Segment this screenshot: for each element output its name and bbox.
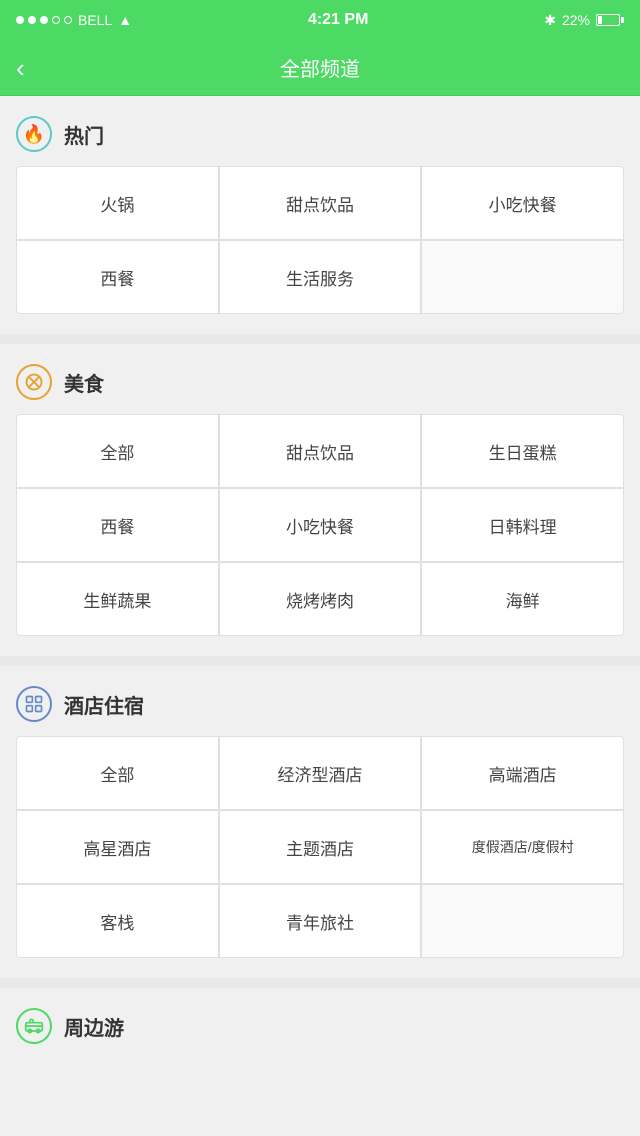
divider-3 [0, 978, 640, 988]
section-header-hotel: 酒店住宿 [16, 686, 624, 722]
section-title-hotel: 酒店住宿 [64, 690, 144, 719]
hot-item-xiaochi[interactable]: 小吃快餐 [422, 167, 623, 239]
hot-item-xican[interactable]: 西餐 [17, 241, 218, 313]
travel-icon [16, 1008, 52, 1044]
status-time: 4:21 PM [308, 11, 368, 29]
section-title-hot: 热门 [64, 120, 104, 149]
section-travel: 周边游 [0, 988, 640, 1078]
hot-item-diandian[interactable]: 甜点饮品 [220, 167, 421, 239]
hot-item-shenghuo[interactable]: 生活服务 [220, 241, 421, 313]
bluetooth-icon: ✱ [544, 12, 556, 29]
food-item-bbq[interactable]: 烧烤烤肉 [220, 563, 421, 635]
status-bar: BELL ▲ 4:21 PM ✱ 22% [0, 0, 640, 40]
hotel-item-theme[interactable]: 主题酒店 [220, 811, 421, 883]
carrier-label: BELL [78, 12, 112, 28]
section-hot: 🔥 热门 火锅 甜点饮品 小吃快餐 西餐 生活服务 [0, 96, 640, 314]
section-header-travel: 周边游 [16, 1008, 624, 1044]
hotel-item-economy[interactable]: 经济型酒店 [220, 737, 421, 809]
battery-body [596, 14, 620, 26]
food-item-dessert[interactable]: 甜点饮品 [220, 415, 421, 487]
hotel-item-star[interactable]: 高星酒店 [17, 811, 218, 883]
hotel-item-all[interactable]: 全部 [17, 737, 218, 809]
food-item-snack[interactable]: 小吃快餐 [220, 489, 421, 561]
section-hotel: 酒店住宿 全部 经济型酒店 高端酒店 高星酒店 主题酒店 度假酒店/度假村 客栈… [0, 666, 640, 958]
dot3 [40, 16, 48, 24]
food-grid: 全部 甜点饮品 生日蛋糕 西餐 小吃快餐 日韩料理 生鲜蔬果 烧烤烤肉 海鲜 [16, 414, 624, 636]
hotel-grid: 全部 经济型酒店 高端酒店 高星酒店 主题酒店 度假酒店/度假村 客栈 青年旅社 [16, 736, 624, 958]
battery-icon [596, 14, 624, 26]
back-button[interactable]: ‹ [16, 55, 25, 81]
hot-grid: 火锅 甜点饮品 小吃快餐 西餐 生活服务 [16, 166, 624, 314]
hotel-icon [16, 686, 52, 722]
signal-dots [16, 16, 72, 24]
section-header-food: 美食 [16, 364, 624, 400]
food-item-japanese[interactable]: 日韩料理 [422, 489, 623, 561]
hot-item-empty [422, 241, 623, 313]
food-item-cake[interactable]: 生日蛋糕 [422, 415, 623, 487]
section-food: 美食 全部 甜点饮品 生日蛋糕 西餐 小吃快餐 日韩料理 生鲜蔬果 烧烤烤肉 海… [0, 344, 640, 636]
section-title-travel: 周边游 [64, 1012, 124, 1041]
divider-1 [0, 334, 640, 344]
status-left: BELL ▲ [16, 12, 132, 28]
dot5 [64, 16, 72, 24]
hotel-item-resort[interactable]: 度假酒店/度假村 [422, 811, 623, 883]
section-header-hot: 🔥 热门 [16, 116, 624, 152]
nav-bar: ‹ 全部频道 [0, 40, 640, 96]
dot1 [16, 16, 24, 24]
food-item-all[interactable]: 全部 [17, 415, 218, 487]
hot-item-huoguo[interactable]: 火锅 [17, 167, 218, 239]
food-item-western[interactable]: 西餐 [17, 489, 218, 561]
wifi-icon: ▲ [118, 12, 132, 28]
hotel-item-hostel[interactable]: 青年旅社 [220, 885, 421, 957]
page-title: 全部频道 [280, 53, 360, 82]
battery-fill [598, 16, 602, 24]
hotel-item-empty [422, 885, 623, 957]
hotel-item-inn[interactable]: 客栈 [17, 885, 218, 957]
food-item-fresh[interactable]: 生鲜蔬果 [17, 563, 218, 635]
hot-icon: 🔥 [16, 116, 52, 152]
dot2 [28, 16, 36, 24]
section-title-food: 美食 [64, 368, 104, 397]
status-right: ✱ 22% [544, 12, 624, 29]
divider-2 [0, 656, 640, 666]
dot4 [52, 16, 60, 24]
battery-percent: 22% [562, 12, 590, 28]
food-icon [16, 364, 52, 400]
food-item-seafood[interactable]: 海鲜 [422, 563, 623, 635]
hotel-item-luxury[interactable]: 高端酒店 [422, 737, 623, 809]
content: 🔥 热门 火锅 甜点饮品 小吃快餐 西餐 生活服务 美食 全部 [0, 96, 640, 1078]
battery-cap [621, 17, 624, 23]
